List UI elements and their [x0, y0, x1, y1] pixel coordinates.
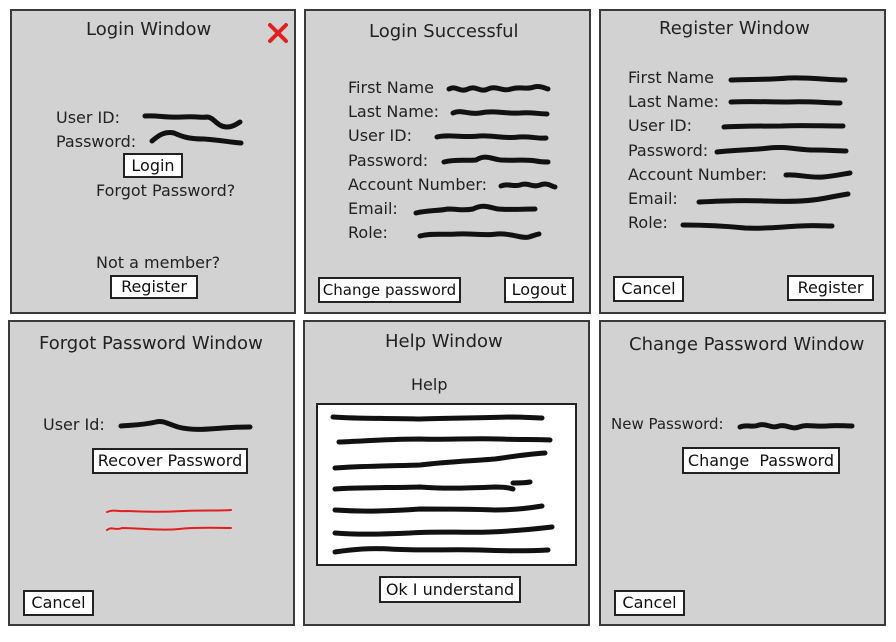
- register-button[interactable]: Register: [110, 275, 198, 299]
- close-x-icon[interactable]: [268, 23, 288, 43]
- user-id-label: User Id:: [43, 415, 105, 434]
- last-name-label: Last Name:: [348, 102, 440, 121]
- error-message-scribble: [106, 509, 232, 531]
- help-text-scribble: [330, 414, 555, 555]
- logout-button[interactable]: Logout: [504, 277, 574, 303]
- cancel-button[interactable]: Cancel: [23, 590, 94, 616]
- email-label: Email:: [348, 199, 398, 218]
- recover-password-button[interactable]: Recover Password: [92, 448, 248, 474]
- forgot-password-window: Forgot Password Window User Id: Recover …: [8, 320, 295, 626]
- new-password-label: New Password:: [611, 415, 724, 433]
- first-name-label: First Name: [628, 68, 714, 87]
- email-label: Email:: [628, 189, 678, 208]
- first-name-value: [446, 83, 551, 93]
- login-window: Login Window User ID: Password: Login Fo…: [10, 9, 296, 314]
- user-id-label: User ID:: [56, 108, 120, 127]
- help-subtitle: Help: [411, 375, 448, 394]
- role-label: Role:: [348, 223, 388, 242]
- first-name-label: First Name: [348, 78, 434, 97]
- password-input[interactable]: [149, 127, 244, 149]
- user-id-input[interactable]: [118, 416, 253, 436]
- password-label: Password:: [628, 141, 709, 160]
- change-password-button[interactable]: Change Password: [682, 447, 840, 474]
- last-name-label: Last Name:: [628, 92, 720, 111]
- forgot-password-link[interactable]: Forgot Password?: [96, 181, 235, 200]
- change-password-title: Change Password Window: [629, 334, 865, 355]
- last-name-value: [450, 109, 550, 117]
- login-window-title: Login Window: [86, 19, 212, 40]
- help-window: Help Window Help Ok I understand: [303, 320, 590, 626]
- change-password-window: Change Password Window New Password: Cha…: [599, 320, 886, 626]
- account-number-label: Account Number:: [348, 175, 488, 194]
- register-button[interactable]: Register: [787, 275, 874, 301]
- login-successful-window: Login Successful First Name Last Name: U…: [304, 9, 591, 314]
- not-a-member-text: Not a member?: [96, 253, 221, 272]
- change-password-button[interactable]: Change password: [318, 277, 461, 303]
- account-number-value: [498, 181, 558, 190]
- email-value: [413, 203, 538, 216]
- password-label: Password:: [56, 132, 137, 151]
- role-label: Role:: [628, 213, 668, 232]
- role-input[interactable]: [680, 218, 835, 236]
- register-window: Register Window First Name Last Name: Us…: [599, 9, 886, 314]
- cancel-button[interactable]: Cancel: [614, 590, 685, 616]
- password-value: [441, 154, 551, 165]
- password-input[interactable]: [714, 141, 849, 159]
- user-id-value: [434, 133, 549, 141]
- account-number-input[interactable]: [783, 168, 853, 186]
- user-id-label: User ID:: [628, 116, 692, 135]
- cancel-button[interactable]: Cancel: [613, 276, 684, 302]
- help-window-title: Help Window: [385, 331, 503, 352]
- email-input[interactable]: [696, 189, 851, 209]
- register-window-title: Register Window: [659, 18, 810, 39]
- login-button[interactable]: Login: [123, 153, 183, 178]
- user-id-input[interactable]: [721, 118, 846, 134]
- password-label: Password:: [348, 151, 429, 170]
- first-name-input[interactable]: [728, 72, 848, 88]
- new-password-input[interactable]: [737, 418, 857, 436]
- ok-i-understand-button[interactable]: Ok I understand: [379, 576, 521, 603]
- role-value: [417, 231, 542, 240]
- account-number-label: Account Number:: [628, 165, 768, 184]
- login-successful-title: Login Successful: [369, 21, 519, 42]
- help-content-box: [316, 403, 577, 566]
- forgot-password-title: Forgot Password Window: [39, 333, 263, 354]
- last-name-input[interactable]: [728, 95, 843, 111]
- user-id-label: User ID:: [348, 126, 412, 145]
